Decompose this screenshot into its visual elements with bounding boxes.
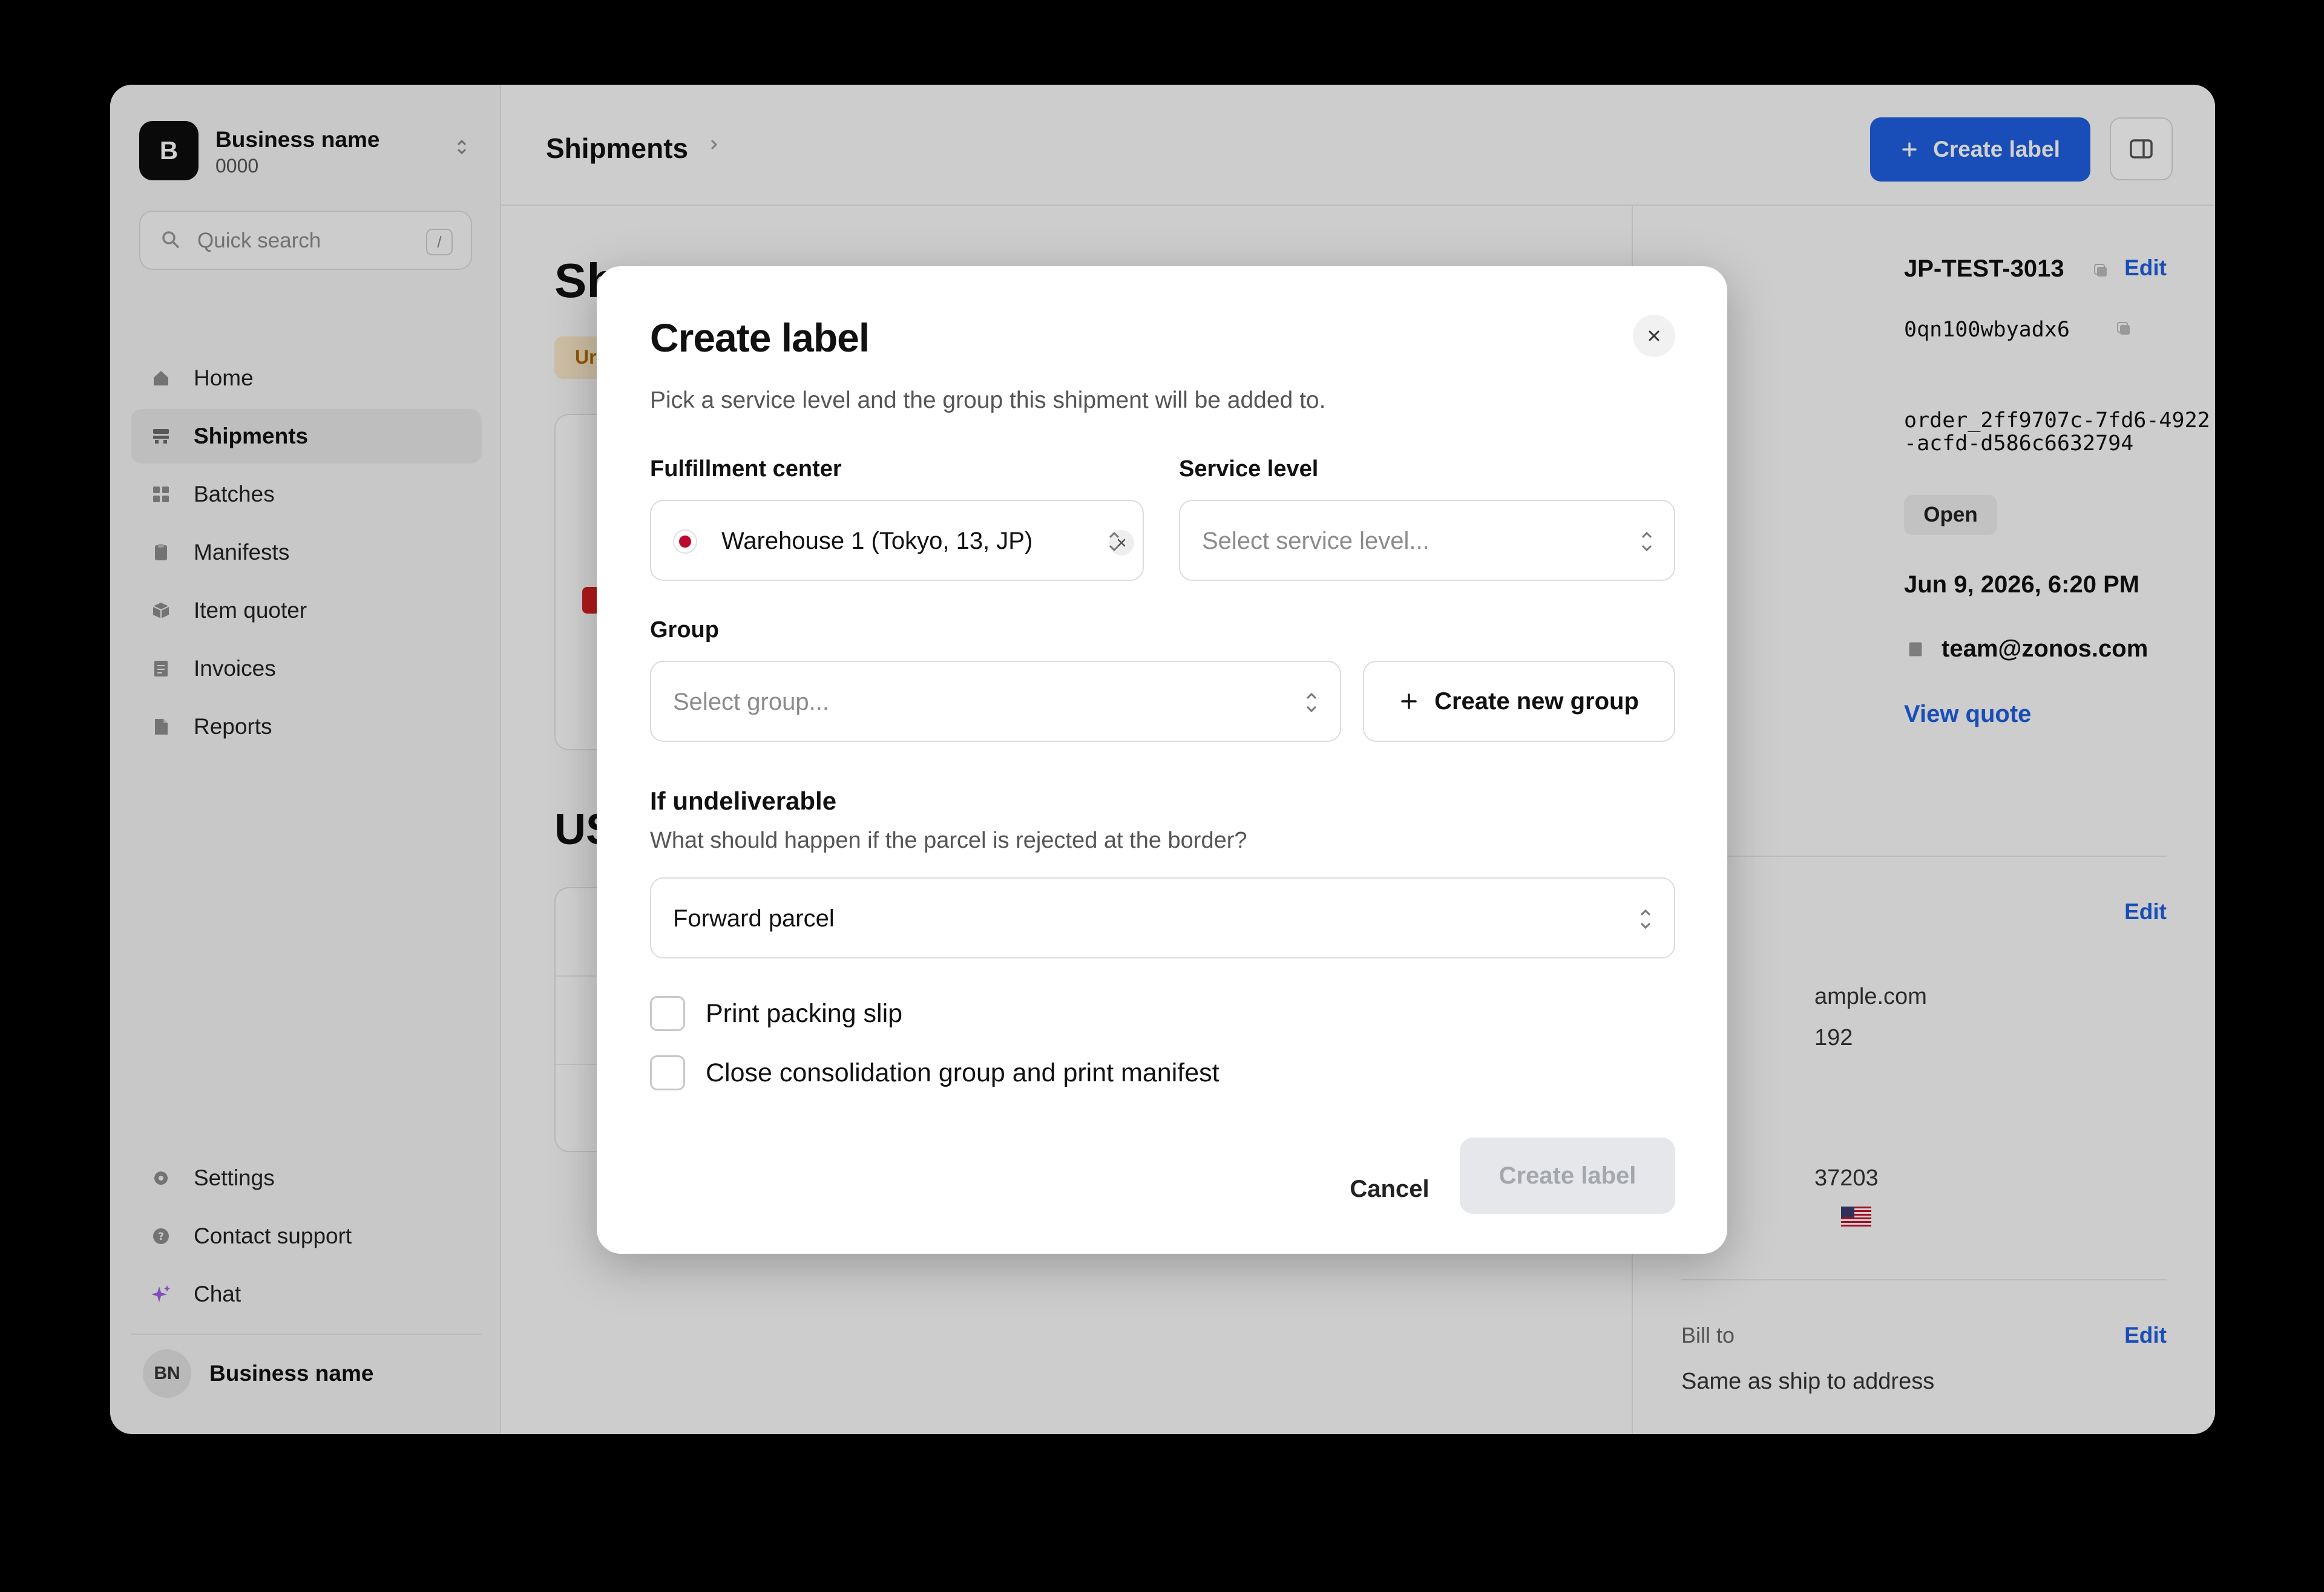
fulfillment-center-label: Fulfillment center <box>650 456 842 482</box>
chevron-up-down-icon <box>1640 909 1651 929</box>
create-new-group-text: Create new group <box>1434 687 1639 715</box>
create-new-group-button[interactable]: Create new group <box>1363 661 1675 742</box>
service-level-placeholder: Select service level... <box>1202 528 1430 554</box>
modal-description: Pick a service level and the group this … <box>650 387 1326 413</box>
close-group-checkbox[interactable] <box>650 1055 685 1090</box>
fulfillment-center-value: Warehouse 1 (Tokyo, 13, JP) <box>721 528 1033 554</box>
service-level-select[interactable]: Select service level... <box>1179 500 1675 581</box>
print-packing-slip-label: Print packing slip <box>706 998 903 1028</box>
close-group-row[interactable]: Close consolidation group and print mani… <box>650 1055 1219 1090</box>
group-select[interactable]: Select group... <box>650 661 1341 742</box>
print-packing-slip-row[interactable]: Print packing slip <box>650 996 902 1031</box>
close-group-label: Close consolidation group and print mani… <box>706 1058 1219 1087</box>
cancel-button[interactable]: Cancel <box>1319 1162 1460 1216</box>
undeliverable-title: If undeliverable <box>650 787 837 815</box>
print-packing-slip-checkbox[interactable] <box>650 996 685 1031</box>
japan-flag-icon <box>673 529 697 554</box>
close-icon <box>1649 330 1659 341</box>
fulfillment-center-select[interactable]: Warehouse 1 (Tokyo, 13, JP) <box>650 500 1144 581</box>
close-button[interactable] <box>1633 315 1675 357</box>
create-label-modal: Create label Pick a service level and th… <box>597 266 1727 1254</box>
undeliverable-select[interactable]: Forward parcel <box>650 877 1675 958</box>
modal-title: Create label <box>650 315 870 360</box>
undeliverable-description: What should happen if the parcel is reje… <box>650 828 1247 853</box>
create-label-button[interactable]: Create label <box>1460 1138 1675 1214</box>
plus-icon <box>1401 693 1417 709</box>
chevron-up-down-icon <box>1109 531 1120 552</box>
chevron-up-down-icon <box>1306 692 1317 713</box>
chevron-up-down-icon <box>1641 531 1652 552</box>
group-placeholder: Select group... <box>673 689 829 715</box>
service-level-label: Service level <box>1179 456 1319 482</box>
undeliverable-value: Forward parcel <box>673 905 835 932</box>
group-label: Group <box>650 617 719 643</box>
